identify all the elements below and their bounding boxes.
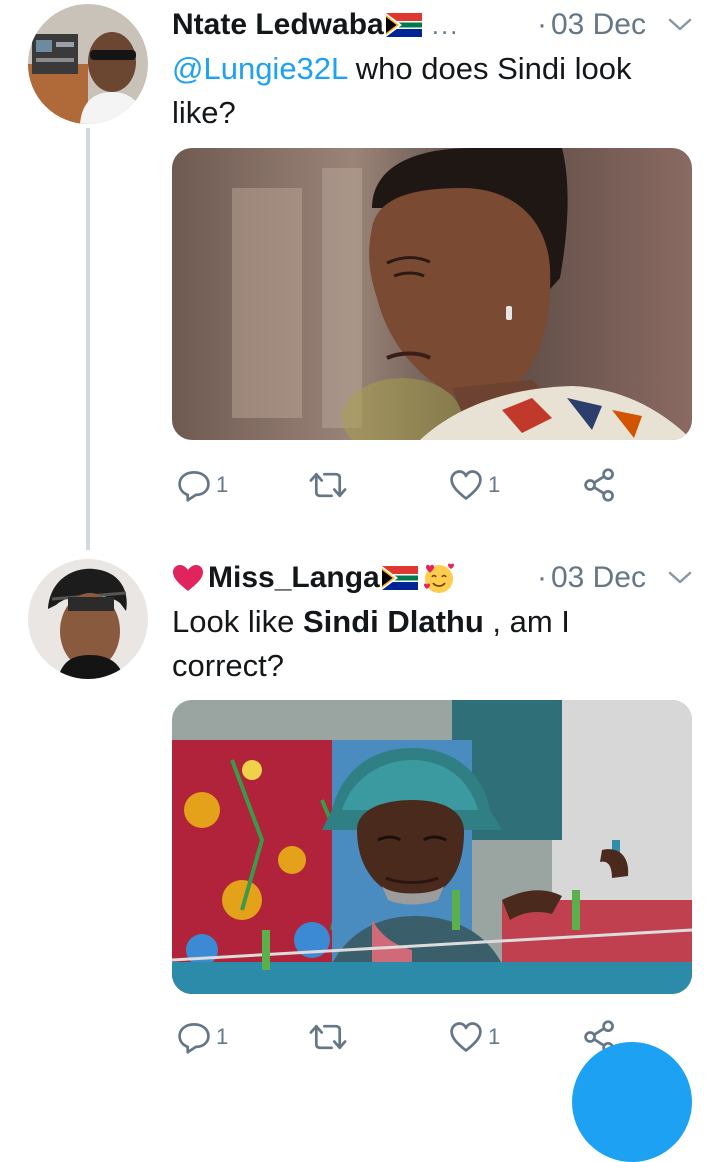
share-button[interactable] [582, 467, 618, 503]
like-icon [448, 1019, 484, 1055]
tweet-text-pre: Look like [172, 604, 303, 639]
tweet-media-image[interactable] [172, 148, 692, 440]
chevron-down-icon[interactable] [668, 571, 692, 585]
reply-button[interactable]: 1 [176, 467, 228, 503]
photo-woman-portrait [172, 148, 692, 440]
retweet-button[interactable] [308, 467, 348, 503]
tweet-header: Ntate Ledwaba ... · 03 Dec [172, 2, 692, 48]
timestamp[interactable]: 03 Dec [551, 8, 646, 42]
tweet-header: Miss_Langa · 03 Dec [172, 555, 692, 601]
heart-icon [173, 565, 203, 591]
tweet-media-image[interactable] [172, 700, 692, 994]
separator-dot: · [536, 8, 547, 41]
like-icon [448, 467, 484, 503]
tweet-actions: 1 1 [172, 467, 672, 517]
like-button[interactable]: 1 [448, 467, 500, 503]
share-icon [582, 467, 618, 503]
photo-man-with-laundry [172, 700, 692, 994]
reply-button[interactable]: 1 [176, 1019, 228, 1055]
avatar-photo-miss-langa [28, 559, 148, 679]
thread-line [86, 128, 90, 550]
timestamp[interactable]: 03 Dec [551, 561, 646, 595]
display-name[interactable]: Ntate Ledwaba [172, 8, 384, 42]
retweet-button[interactable] [308, 1019, 348, 1055]
display-name[interactable]: Miss_Langa [208, 561, 380, 595]
like-count: 1 [488, 1024, 501, 1049]
reply-icon [176, 467, 212, 503]
tweet-text: @Lungie32L who does Sindi look like? [172, 47, 672, 135]
tweet-text-bold: Sindi Dlathu [302, 604, 484, 639]
south-africa-flag-icon [386, 13, 422, 37]
retweet-icon [308, 467, 348, 503]
avatar[interactable] [28, 559, 148, 679]
like-button[interactable]: 1 [448, 1019, 500, 1055]
reply-icon [176, 1019, 212, 1055]
reply-count: 1 [216, 472, 229, 497]
avatar-photo-ntate [28, 4, 148, 124]
name-truncation: ... [431, 9, 460, 40]
smiling-face-with-hearts-icon [423, 563, 454, 593]
reply-count: 1 [216, 1024, 229, 1049]
avatar[interactable] [28, 4, 148, 124]
like-count: 1 [488, 472, 501, 497]
south-africa-flag-icon [382, 566, 418, 590]
retweet-icon [308, 1019, 348, 1055]
separator-dot: · [536, 561, 547, 594]
compose-fab-button[interactable] [572, 1042, 692, 1162]
chevron-down-icon[interactable] [668, 18, 692, 32]
tweet-text: Look like Sindi Dlathu , am I correct? [172, 600, 672, 688]
mention-link[interactable]: @Lungie32L [172, 51, 347, 86]
